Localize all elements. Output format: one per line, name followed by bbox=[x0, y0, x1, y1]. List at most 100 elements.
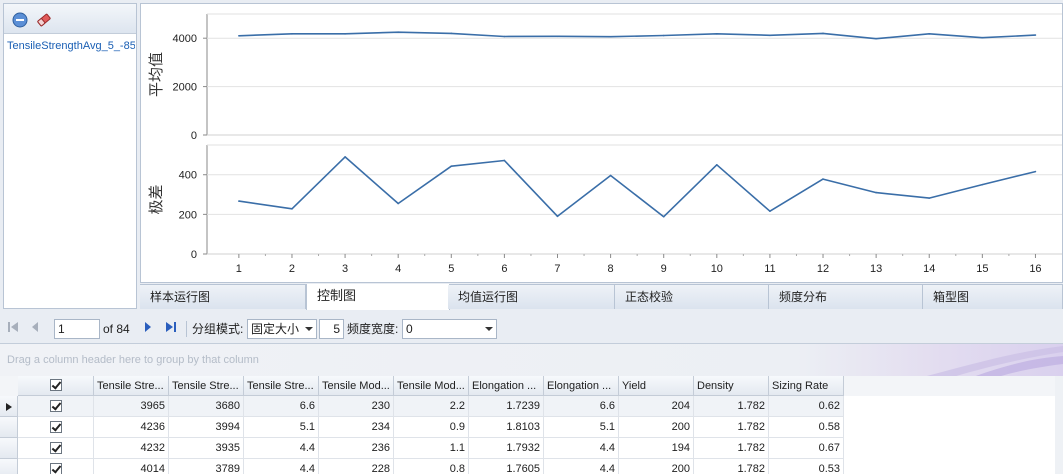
table-cell[interactable]: 1.782 bbox=[694, 438, 769, 459]
table-cell[interactable]: 3935 bbox=[169, 438, 244, 459]
row-checkbox-cell[interactable] bbox=[18, 396, 94, 417]
column-header[interactable]: Yield bbox=[619, 376, 694, 396]
table-cell[interactable]: 1.7605 bbox=[469, 459, 544, 474]
remove-icon[interactable] bbox=[12, 12, 28, 28]
table-cell[interactable]: 234 bbox=[319, 417, 394, 438]
next-page-icon[interactable] bbox=[141, 321, 155, 335]
select-all-header[interactable] bbox=[18, 376, 94, 396]
table-cell[interactable]: 6.6 bbox=[244, 396, 319, 417]
group-panel[interactable]: Drag a column header here to group by th… bbox=[0, 343, 1063, 376]
table-cell[interactable]: 236 bbox=[319, 438, 394, 459]
table-cell[interactable]: 4.4 bbox=[244, 459, 319, 474]
column-header[interactable]: Elongation ... bbox=[469, 376, 544, 396]
tab-normality-test[interactable]: 正态校验 bbox=[615, 285, 769, 309]
table-cell[interactable]: 3994 bbox=[169, 417, 244, 438]
table-cell[interactable]: 0.9 bbox=[394, 417, 469, 438]
table-cell[interactable]: 200 bbox=[619, 459, 694, 474]
eraser-icon[interactable] bbox=[36, 12, 52, 28]
table-cell[interactable]: 4232 bbox=[94, 438, 169, 459]
table-cell[interactable]: 2.2 bbox=[394, 396, 469, 417]
table-cell[interactable]: 1.782 bbox=[694, 459, 769, 474]
vertical-scrollbar[interactable] bbox=[1055, 376, 1063, 474]
data-point bbox=[556, 215, 559, 218]
series-list-item[interactable]: TensileStrengthAvg_5_-85 bbox=[7, 38, 135, 54]
last-page-icon[interactable] bbox=[164, 321, 178, 335]
table-cell[interactable]: 4.4 bbox=[544, 438, 619, 459]
column-header[interactable]: Sizing Rate bbox=[769, 376, 844, 396]
table-cell[interactable]: 1.7239 bbox=[469, 396, 544, 417]
x-tick-label: 15 bbox=[976, 263, 988, 275]
table-cell[interactable]: 3965 bbox=[94, 396, 169, 417]
first-page-icon[interactable] bbox=[6, 321, 20, 335]
column-header[interactable]: Tensile Stre... bbox=[244, 376, 319, 396]
row-indicator[interactable] bbox=[0, 438, 18, 459]
tab-control-chart[interactable]: 控制图 bbox=[306, 284, 450, 310]
table-cell[interactable]: 3680 bbox=[169, 396, 244, 417]
table-cell[interactable]: 228 bbox=[319, 459, 394, 474]
column-header[interactable]: Elongation ... bbox=[544, 376, 619, 396]
tab-frequency-distribution[interactable]: 频度分布 bbox=[769, 285, 923, 309]
table-cell[interactable]: 1.782 bbox=[694, 396, 769, 417]
table-cell[interactable]: 5.1 bbox=[244, 417, 319, 438]
table-cell[interactable]: 1.1 bbox=[394, 438, 469, 459]
table-cell[interactable]: 6.6 bbox=[544, 396, 619, 417]
table-cell[interactable]: 0.58 bbox=[769, 417, 844, 438]
table-cell[interactable]: 5.1 bbox=[544, 417, 619, 438]
x-tick-label: 7 bbox=[554, 263, 560, 275]
data-point bbox=[928, 197, 931, 199]
tab-sample-run-chart[interactable]: 样本运行图 bbox=[140, 285, 306, 309]
column-header[interactable]: Density bbox=[694, 376, 769, 396]
table-cell[interactable]: 4014 bbox=[94, 459, 169, 474]
select-all-checkbox[interactable] bbox=[50, 379, 62, 391]
y-axis-label: 极差 bbox=[147, 184, 165, 214]
row-indicator[interactable] bbox=[0, 417, 18, 438]
data-point bbox=[662, 215, 665, 218]
table-cell[interactable]: 0.67 bbox=[769, 438, 844, 459]
table-cell[interactable]: 204 bbox=[619, 396, 694, 417]
table-row[interactable]: 4236 3994 5.1 234 0.9 1.8103 5.1 200 1.782 0.58 bbox=[0, 417, 844, 438]
x-tick-label: 8 bbox=[608, 263, 614, 275]
table-row[interactable]: 3965 3680 6.6 230 2.2 1.7239 6.6 204 1.782 0.62 bbox=[0, 396, 844, 417]
table-cell[interactable]: 4.4 bbox=[544, 459, 619, 474]
column-header[interactable]: Tensile Stre... bbox=[94, 376, 169, 396]
decorative-swirl bbox=[926, 346, 1063, 376]
group-mode-select[interactable]: 固定大小 bbox=[247, 319, 317, 339]
table-cell[interactable]: 194 bbox=[619, 438, 694, 459]
previous-page-icon[interactable] bbox=[28, 321, 42, 335]
data-point bbox=[450, 32, 453, 35]
table-cell[interactable]: 4.4 bbox=[244, 438, 319, 459]
y-tick-label: 0 bbox=[191, 249, 197, 261]
row-indicator[interactable] bbox=[0, 459, 18, 474]
table-row[interactable]: 4014 3789 4.4 228 0.8 1.7605 4.4 200 1.782 0.53 bbox=[0, 459, 844, 474]
tab-mean-run-chart[interactable]: 均值运行图 bbox=[448, 285, 615, 309]
table-cell[interactable]: 4236 bbox=[94, 417, 169, 438]
row-checkbox-cell[interactable] bbox=[18, 417, 94, 438]
column-header[interactable]: Tensile Stre... bbox=[169, 376, 244, 396]
x-tick-label: 11 bbox=[764, 263, 775, 275]
table-cell[interactable]: 0.53 bbox=[769, 459, 844, 474]
table-cell[interactable]: 200 bbox=[619, 417, 694, 438]
tab-box-plot[interactable]: 箱型图 bbox=[923, 285, 1063, 309]
row-checkbox-cell[interactable] bbox=[18, 459, 94, 474]
row-checkbox[interactable] bbox=[50, 442, 62, 454]
column-header[interactable]: Tensile Mod... bbox=[319, 376, 394, 396]
table-cell[interactable]: 0.62 bbox=[769, 396, 844, 417]
row-indicator[interactable] bbox=[0, 396, 18, 417]
table-cell[interactable]: 230 bbox=[319, 396, 394, 417]
row-checkbox[interactable] bbox=[50, 400, 62, 412]
column-header[interactable]: Tensile Mod... bbox=[394, 376, 469, 396]
table-cell[interactable]: 0.8 bbox=[394, 459, 469, 474]
table-cell[interactable]: 1.7932 bbox=[469, 438, 544, 459]
table-row[interactable]: 4232 3935 4.4 236 1.1 1.7932 4.4 194 1.782 0.67 bbox=[0, 438, 844, 459]
row-checkbox[interactable] bbox=[50, 463, 62, 474]
data-point bbox=[291, 33, 293, 35]
y-tick-label: 0 bbox=[191, 130, 197, 142]
table-cell[interactable]: 1.782 bbox=[694, 417, 769, 438]
frequency-width-select[interactable]: 0 bbox=[402, 319, 497, 339]
page-number-input[interactable]: 1 bbox=[54, 319, 100, 339]
table-cell[interactable]: 3789 bbox=[169, 459, 244, 474]
group-size-input[interactable]: 5 bbox=[319, 319, 344, 339]
row-checkbox[interactable] bbox=[50, 421, 62, 433]
table-cell[interactable]: 1.8103 bbox=[469, 417, 544, 438]
row-checkbox-cell[interactable] bbox=[18, 438, 94, 459]
